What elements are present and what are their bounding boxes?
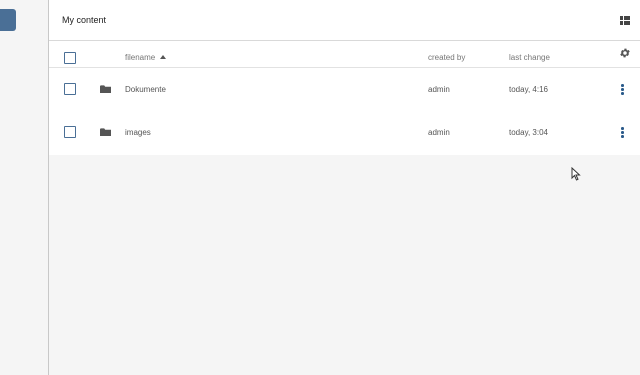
column-created-by[interactable]: created by (428, 53, 465, 62)
column-last-change[interactable]: last change (509, 53, 550, 62)
last-change: today, 4:16 (509, 85, 548, 94)
column-filename-label: filename (125, 53, 156, 62)
file-list: filename created by last change Dokument… (49, 41, 640, 155)
mouse-cursor-icon (571, 167, 581, 181)
select-all-checkbox[interactable] (64, 52, 76, 64)
more-actions-icon[interactable] (621, 84, 624, 96)
table-row[interactable]: Dokumente admin today, 4:16 (49, 68, 640, 111)
created-by: admin (428, 128, 450, 137)
settings-gear-icon[interactable] (619, 47, 631, 59)
more-actions-icon[interactable] (621, 127, 624, 139)
last-change: today, 3:04 (509, 128, 548, 137)
row-checkbox[interactable] (64, 83, 76, 95)
sort-ascending-icon (160, 55, 167, 59)
row-checkbox[interactable] (64, 126, 76, 138)
app-menu-button[interactable] (0, 9, 16, 31)
file-name[interactable]: Dokumente (125, 85, 166, 94)
file-name[interactable]: images (125, 128, 151, 137)
table-row[interactable]: images admin today, 3:04 (49, 111, 640, 154)
folder-icon (100, 85, 111, 93)
left-sidebar (0, 0, 49, 375)
column-filename[interactable]: filename (125, 53, 167, 62)
file-list-header: filename created by last change (49, 41, 640, 68)
grid-view-icon[interactable] (620, 16, 630, 25)
page-title: My content (62, 15, 107, 25)
created-by: admin (428, 85, 450, 94)
folder-icon (100, 128, 111, 136)
top-bar: My content (49, 0, 640, 41)
